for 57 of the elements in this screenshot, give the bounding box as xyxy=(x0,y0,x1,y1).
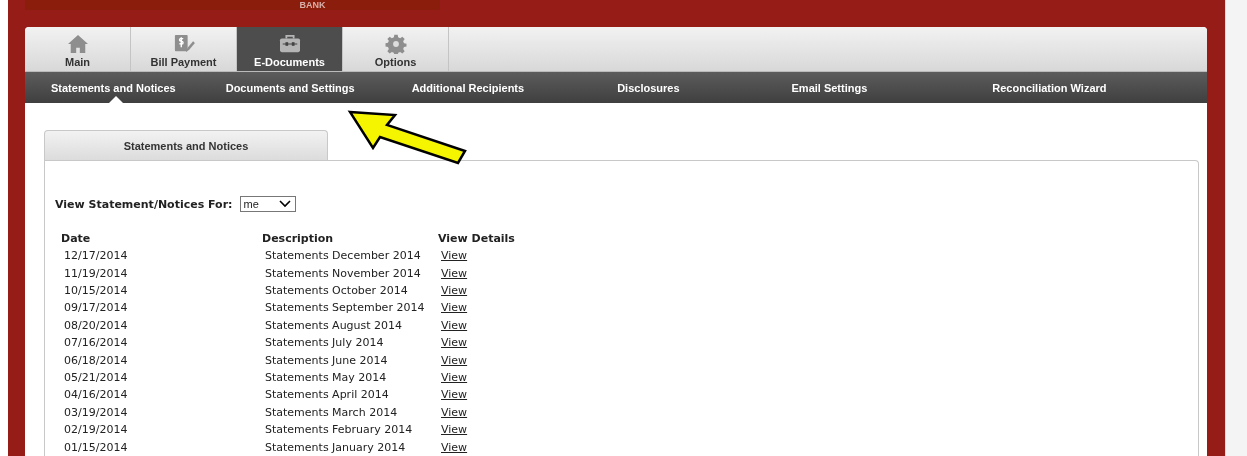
date-cell-text: 03/19/2014 xyxy=(63,404,129,421)
nav-tab[interactable]: E-Documents xyxy=(237,27,343,72)
date-cell-text: 11/19/2014 xyxy=(63,265,129,282)
description-cell-text: Statements January 2014 xyxy=(264,439,407,456)
gear-icon xyxy=(384,34,407,55)
description-cell-text: Statements December 2014 xyxy=(264,248,422,265)
date-cell-text: 09/17/2014 xyxy=(63,300,129,317)
subnav-link[interactable]: Reconciliation Wizard xyxy=(992,72,1107,104)
description-cell-text: Statements February 2014 xyxy=(264,422,414,439)
view-link[interactable]: View xyxy=(441,301,468,315)
date-cell-text: 04/16/2014 xyxy=(63,387,129,404)
view-link[interactable]: View xyxy=(441,353,468,367)
subnav-link[interactable]: Documents and Settings xyxy=(225,72,355,104)
bank-name: BANK xyxy=(298,0,326,10)
view-link[interactable]: View xyxy=(441,249,468,263)
description-cell-text: Statements September 2014 xyxy=(264,300,426,317)
view-link[interactable]: View xyxy=(441,440,468,454)
description-cell-text: Statements June 2014 xyxy=(264,352,389,369)
date-cell-text: 01/15/2014 xyxy=(63,439,129,456)
view-link[interactable]: View xyxy=(441,318,468,332)
description-cell-text: Statements November 2014 xyxy=(264,265,422,282)
nav-tab[interactable]: Main xyxy=(25,27,131,72)
date-cell-text: 08/20/2014 xyxy=(63,317,129,334)
description-cell-text: Statements July 2014 xyxy=(264,335,385,352)
date-cell-text: 10/15/2014 xyxy=(63,282,129,299)
subnav-link[interactable]: Additional Recipients xyxy=(411,72,525,104)
column-header: View Details xyxy=(438,231,515,248)
column-header: Description xyxy=(262,231,335,248)
subnav-link[interactable]: Email Settings xyxy=(791,72,868,104)
view-link[interactable]: View xyxy=(441,388,468,402)
recipient-dropdown[interactable]: me xyxy=(239,196,296,213)
view-link[interactable]: View xyxy=(441,405,468,419)
description-cell-text: Statements May 2014 xyxy=(264,369,388,386)
date-cell-text: 07/16/2014 xyxy=(63,335,129,352)
home-icon xyxy=(66,34,89,55)
description-cell-text: Statements April 2014 xyxy=(264,387,390,404)
subnav-link[interactable]: Statements and Notices xyxy=(51,72,176,104)
view-link[interactable]: View xyxy=(441,423,468,437)
view-link[interactable]: View xyxy=(441,370,468,384)
column-header: Date xyxy=(61,231,92,248)
subnav-link[interactable]: Disclosures xyxy=(617,72,680,104)
date-cell-text: 05/21/2014 xyxy=(63,369,129,386)
briefcase-icon xyxy=(278,34,301,55)
view-link[interactable]: View xyxy=(441,336,468,350)
chevron-down-icon xyxy=(278,200,291,209)
description-cell-text: Statements October 2014 xyxy=(264,282,409,299)
date-cell-text: 12/17/2014 xyxy=(63,248,129,265)
description-cell-text: Statements August 2014 xyxy=(264,317,404,334)
view-link[interactable]: View xyxy=(441,266,468,280)
view-link[interactable]: View xyxy=(441,283,468,297)
dollar-document-icon xyxy=(172,34,195,55)
date-cell-text: 06/18/2014 xyxy=(63,352,129,369)
nav-tab[interactable]: Options xyxy=(343,27,449,72)
filter-label: View Statement/Notices For: xyxy=(55,197,233,211)
panel-tab[interactable]: Statements and Notices xyxy=(44,130,328,161)
date-cell-text: 02/19/2014 xyxy=(63,422,129,439)
description-cell-text: Statements March 2014 xyxy=(264,404,399,421)
